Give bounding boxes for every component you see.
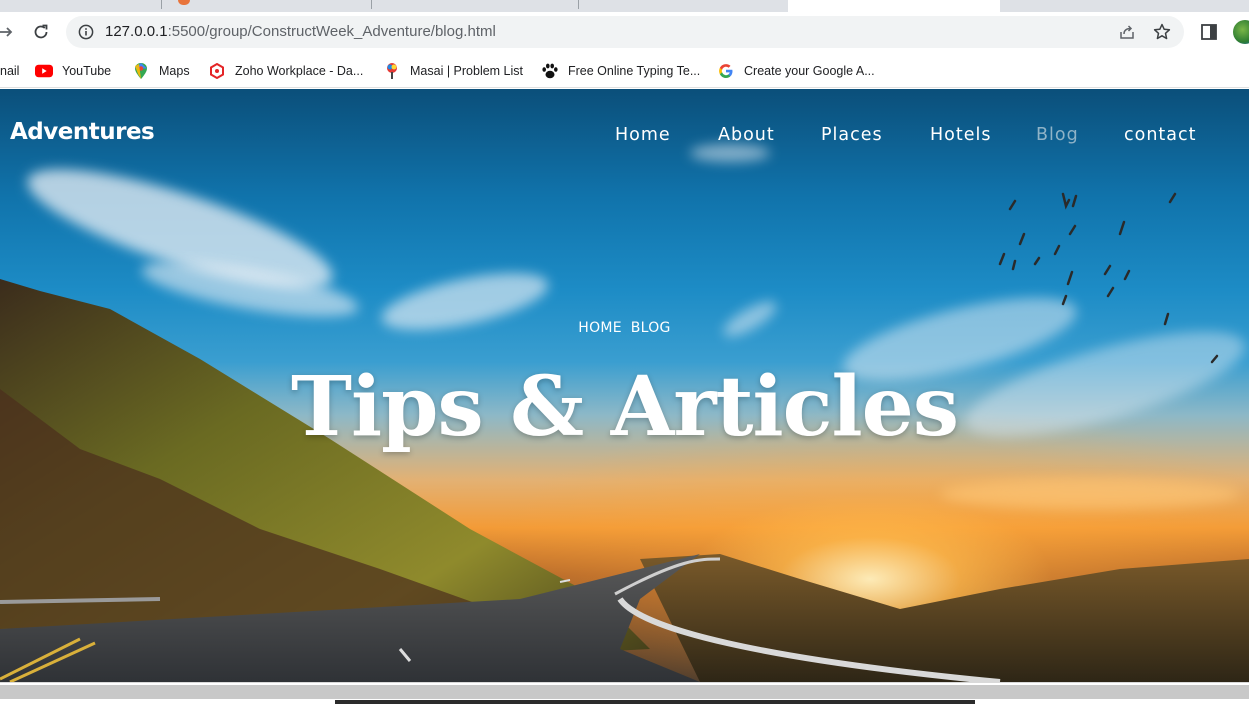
breadcrumb-current: BLOG <box>630 320 671 336</box>
url-text[interactable]: 127.0.0.1:5500/group/ConstructWeek_Adven… <box>105 23 496 40</box>
bookmark-label: Free Online Typing Te... <box>568 64 701 78</box>
profile-avatar[interactable] <box>1233 20 1249 44</box>
info-icon[interactable] <box>78 24 94 40</box>
url-path: :5500/group/ConstructWeek_Adventure/blog… <box>167 23 496 40</box>
tab-separator <box>161 0 162 9</box>
zoho-icon <box>208 63 226 79</box>
bookmark-masai[interactable]: Masai | Problem List <box>383 62 523 80</box>
reload-icon <box>34 24 48 39</box>
bookmark-label: Masai | Problem List <box>410 64 524 78</box>
bookmark-maps[interactable]: Maps <box>132 62 190 80</box>
nav-hotels[interactable]: Hotels <box>930 125 991 145</box>
nav-blog[interactable]: Blog <box>1036 125 1079 145</box>
forward-button[interactable] <box>0 18 20 46</box>
bookmarks-bar: nail YouTube Maps Zoho Workplace - Da...… <box>0 54 1249 88</box>
tab-separator <box>371 0 372 9</box>
scrollbar-track[interactable] <box>0 685 1249 699</box>
tab-active[interactable] <box>788 0 1000 12</box>
youtube-icon <box>35 63 53 79</box>
bookmark-label: nail <box>0 64 20 78</box>
tab-favicon <box>178 0 190 5</box>
horizontal-scrollbar[interactable] <box>0 682 1249 704</box>
bookmark-star-icon[interactable] <box>1152 22 1172 42</box>
bookmark-label: YouTube <box>62 64 112 78</box>
bookmark-label: Maps <box>159 64 190 78</box>
address-bar[interactable]: 127.0.0.1:5500/group/ConstructWeek_Adven… <box>66 16 1184 48</box>
breadcrumb: HOME BLOG <box>0 320 1249 336</box>
browser-toolbar: 127.0.0.1:5500/group/ConstructWeek_Adven… <box>0 12 1249 54</box>
paw-icon <box>541 63 559 79</box>
page-viewport: Adventures Home About Places Hotels Blog… <box>0 89 1249 682</box>
share-icon[interactable] <box>1118 23 1136 41</box>
nav-contact[interactable]: contact <box>1124 125 1197 145</box>
nav-home[interactable]: Home <box>615 125 671 145</box>
bookmark-google-account[interactable]: Create your Google A... <box>717 62 875 80</box>
bookmark-zoho[interactable]: Zoho Workplace - Da... <box>208 62 363 80</box>
maps-icon <box>132 63 150 79</box>
scrollbar-thumb[interactable] <box>335 700 975 704</box>
arrow-right-icon <box>0 27 13 37</box>
bookmark-gmail[interactable]: nail <box>0 62 19 80</box>
masai-icon <box>383 63 401 79</box>
page-title: Tips & Articles <box>290 359 959 455</box>
nav-about[interactable]: About <box>718 125 775 145</box>
main-nav: Home About Places Hotels Blog contact <box>0 125 1249 149</box>
reload-button[interactable] <box>27 18 55 46</box>
bookmark-label: Create your Google A... <box>744 64 875 78</box>
nav-places[interactable]: Places <box>821 125 883 145</box>
tab-separator <box>578 0 579 9</box>
breadcrumb-home[interactable]: HOME <box>578 320 622 336</box>
bookmark-youtube[interactable]: YouTube <box>35 62 111 80</box>
side-panel-icon[interactable] <box>1199 22 1219 42</box>
google-icon <box>717 63 735 79</box>
bookmark-typing[interactable]: Free Online Typing Te... <box>541 62 700 80</box>
tab-inactive[interactable] <box>1000 0 1249 10</box>
bookmark-label: Zoho Workplace - Da... <box>235 64 364 78</box>
tab-strip <box>0 0 1249 12</box>
url-host: 127.0.0.1 <box>105 23 168 40</box>
